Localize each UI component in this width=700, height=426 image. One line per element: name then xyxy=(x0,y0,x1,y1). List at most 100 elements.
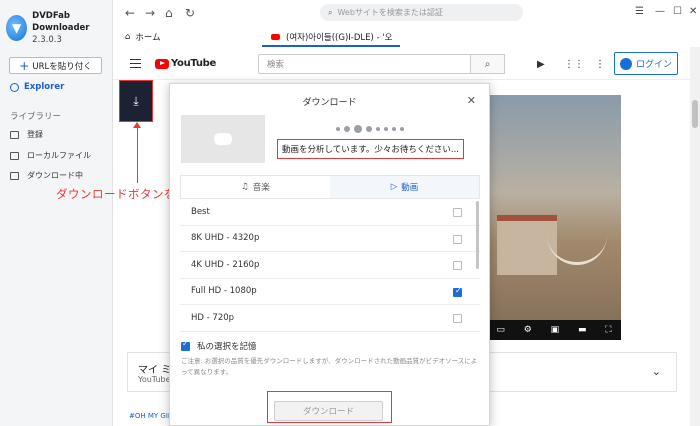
media-type-tabs: ♫ 音楽 ▷ 動画 xyxy=(180,175,480,199)
apps-grid-icon[interactable]: ⋮⋮ xyxy=(564,59,584,70)
analyzing-status: 動画を分析しています。少々お待ちください... xyxy=(277,139,464,159)
chevron-down-icon[interactable]: ⌄ xyxy=(652,365,661,378)
address-bar[interactable]: ⌕ Webサイトを検索または認証 xyxy=(320,4,523,21)
loading-indicator xyxy=(336,125,408,133)
active-tab-indicator xyxy=(262,45,400,47)
explorer-label: Explorer xyxy=(24,82,65,92)
sidebar-item-downloading[interactable]: ダウンロード中 xyxy=(10,170,83,181)
remember-label: 私の選択を記憶 xyxy=(197,342,257,352)
menu-icon[interactable]: ☰ xyxy=(635,6,644,17)
quality-checkbox[interactable] xyxy=(453,314,462,323)
download-confirm-button[interactable]: ダウンロード xyxy=(274,401,383,421)
sidebar: ▼ DVDFab Downloader 2.3.0.3 + URLを貼り付く E… xyxy=(0,0,113,426)
quality-checkbox[interactable] xyxy=(453,234,462,244)
quality-row[interactable]: HD - 720p xyxy=(180,305,480,332)
paste-url-label: URLを貼り付く xyxy=(32,61,92,72)
tab-audio[interactable]: ♫ 音楽 xyxy=(181,176,330,198)
youtube-search-input[interactable]: 検索 xyxy=(258,54,471,74)
loading-dot xyxy=(400,127,404,131)
login-button[interactable]: ログイン xyxy=(614,52,678,75)
tab-label: 音楽 xyxy=(252,183,270,193)
sidebar-item-subscriptions[interactable]: 登録 xyxy=(10,129,43,140)
sidebar-item-label: ローカルファイル xyxy=(27,151,91,160)
tab-bar: ⌂ ホーム (여자)아이들((G)I-DLE) - '오 xyxy=(113,27,700,47)
loading-dot xyxy=(344,126,350,132)
playlist-title: マイ ミ xyxy=(138,365,172,376)
download-icon: ⤓ xyxy=(133,93,139,108)
miniplayer-icon[interactable]: ▣ xyxy=(551,325,560,335)
loading-dot xyxy=(392,127,396,131)
tab-label: (여자)아이들((G)I-DLE) - '오 xyxy=(286,33,393,43)
tab-youtube-video[interactable]: (여자)아이들((G)I-DLE) - '오 xyxy=(271,31,392,43)
settings-icon[interactable]: ⚙ xyxy=(524,325,532,335)
youtube-logo[interactable]: YouTube xyxy=(155,58,216,69)
subtitles-icon[interactable]: ▭ xyxy=(496,325,505,335)
app-name: DVDFab Downloader xyxy=(32,11,90,33)
close-icon[interactable]: ✕ xyxy=(467,94,476,107)
fullscreen-icon[interactable]: ⛶ xyxy=(605,325,611,335)
search-icon: ⌕ xyxy=(484,58,491,70)
dvdfab-download-button[interactable]: ⤓ xyxy=(119,80,153,122)
quality-label: 4K UHD - 2160p xyxy=(191,259,260,270)
youtube-search-button[interactable]: ⌕ xyxy=(470,54,505,74)
youtube-icon xyxy=(271,34,280,40)
youtube-search-placeholder: 検索 xyxy=(267,60,285,70)
plus-icon: + xyxy=(19,58,30,73)
annotation-arrow xyxy=(137,126,138,183)
quality-label: 8K UHD - 4320p xyxy=(191,233,260,244)
tab-label: 動画 xyxy=(401,183,419,193)
search-icon: ⌕ xyxy=(328,7,333,17)
account-icon xyxy=(619,57,632,70)
reload-icon[interactable]: ↻ xyxy=(185,6,195,20)
quality-row[interactable]: Full HD - 1080p xyxy=(180,279,480,305)
music-note-icon: ♫ xyxy=(241,182,249,192)
browser-toolbar: ← → ⌂ ↻ ⌕ Webサイトを検索または認証 ☰ — ☐ ✕ xyxy=(113,0,700,27)
quality-checkbox[interactable] xyxy=(453,261,462,270)
maximize-icon[interactable]: ☐ xyxy=(673,6,682,17)
dvdfab-logo-icon: ▼ xyxy=(6,15,28,41)
home-icon[interactable]: ⌂ xyxy=(165,6,173,20)
dialog-title: ダウンロード xyxy=(302,98,357,108)
video-player[interactable]: ▭ ⚙ ▣ ▬ ⛶ xyxy=(487,95,621,340)
quality-note: ご注意: お選択の品質を優先ダウンロードしますが、ダウンロードされた動画品質がビ… xyxy=(181,357,478,376)
youtube-play-icon xyxy=(155,58,169,69)
app-version: 2.3.0.3 xyxy=(32,35,62,45)
quality-row[interactable]: Best xyxy=(180,199,480,226)
video-thumbnail-placeholder xyxy=(181,115,265,163)
hamburger-menu-icon[interactable] xyxy=(130,59,141,68)
gamepad-icon xyxy=(214,133,232,145)
sidebar-item-label: ダウンロード中 xyxy=(27,171,83,180)
paste-url-button[interactable]: + URLを貼り付く xyxy=(9,57,102,74)
quality-label: HD - 720p xyxy=(191,312,235,323)
back-icon[interactable]: ← xyxy=(125,6,135,20)
close-icon[interactable]: ✕ xyxy=(689,6,697,17)
loading-dot xyxy=(376,127,380,131)
page-scrollbar-thumb[interactable] xyxy=(692,100,698,128)
subscription-icon xyxy=(10,130,19,139)
quality-row[interactable]: 4K UHD - 2160p xyxy=(180,252,480,279)
minimize-icon[interactable]: — xyxy=(655,6,665,17)
app-logo: ▼ DVDFab Downloader 2.3.0.3 xyxy=(6,10,112,46)
sidebar-item-local-files[interactable]: ローカルファイル xyxy=(10,150,91,161)
more-options-icon[interactable]: ⋮ xyxy=(595,59,605,70)
loading-dot xyxy=(336,127,340,131)
loading-dot xyxy=(366,126,372,132)
forward-icon[interactable]: → xyxy=(145,6,155,20)
tab-video[interactable]: ▷ 動画 xyxy=(330,176,479,198)
quality-label: Best xyxy=(191,206,210,217)
create-video-icon[interactable]: ▶ xyxy=(537,59,545,70)
sidebar-item-explorer[interactable]: Explorer xyxy=(10,82,64,92)
checkbox-checked-icon xyxy=(181,339,190,351)
quality-label: Full HD - 1080p xyxy=(191,286,257,297)
quality-list-scrollbar[interactable] xyxy=(476,201,479,269)
quality-row[interactable]: 8K UHD - 4320p xyxy=(180,226,480,252)
tab-home[interactable]: ⌂ ホーム xyxy=(125,31,161,43)
download-list-icon xyxy=(10,171,19,180)
quality-checkbox-checked[interactable] xyxy=(453,286,462,297)
compass-icon xyxy=(10,82,19,92)
quality-checkbox[interactable] xyxy=(453,208,462,217)
theater-icon[interactable]: ▬ xyxy=(578,325,587,335)
loading-dot xyxy=(384,127,388,131)
remember-choice-checkbox[interactable]: 私の選択を記憶 xyxy=(181,339,257,352)
youtube-logo-text: YouTube xyxy=(171,58,216,69)
